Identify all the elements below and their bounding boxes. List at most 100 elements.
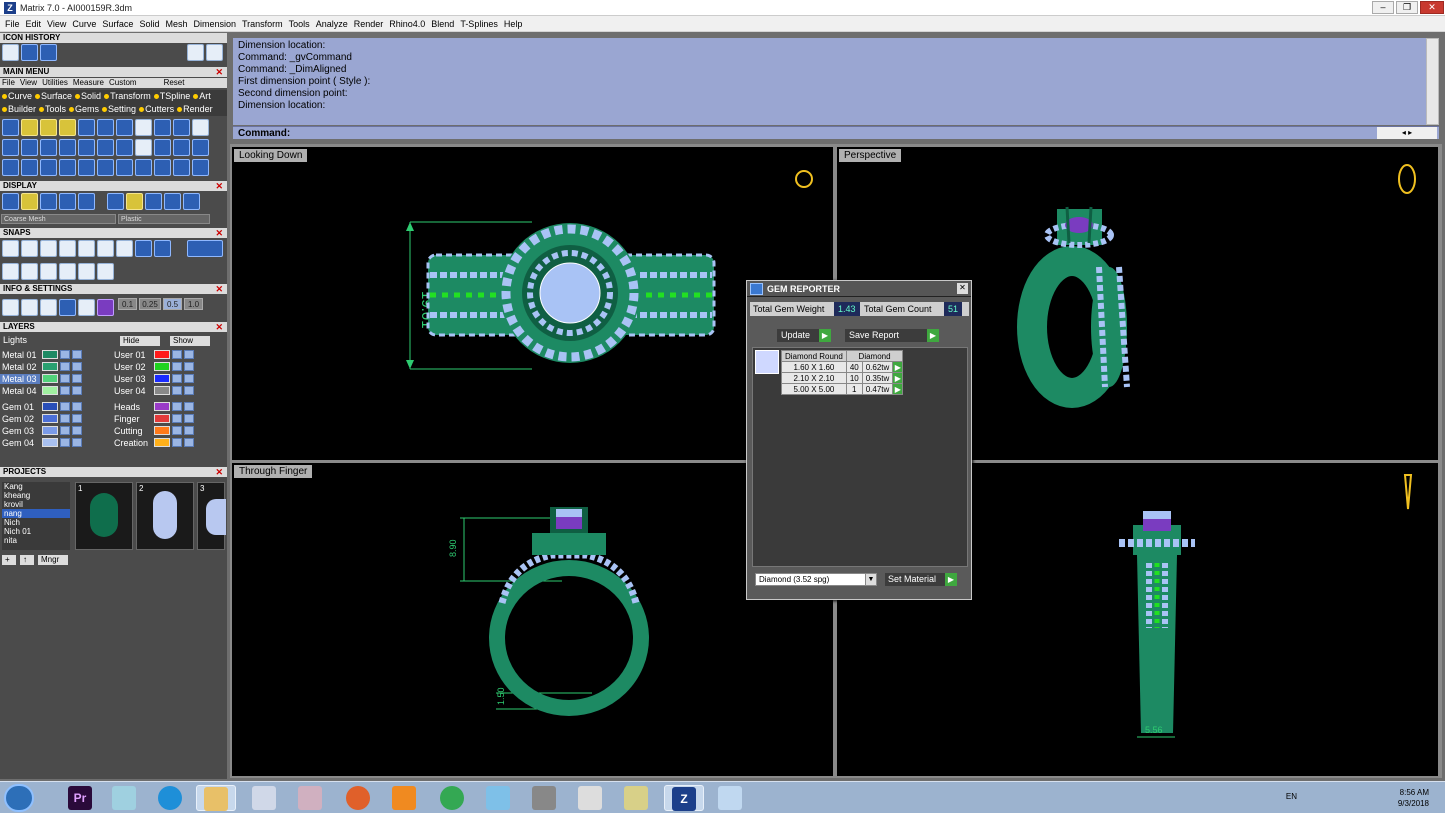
start-button[interactable] — [4, 784, 34, 812]
snap-toggle-icon[interactable] — [187, 240, 223, 257]
tool-icon[interactable] — [2, 159, 19, 176]
hide-button[interactable]: Hide — [120, 336, 160, 346]
taskbar-app[interactable] — [290, 785, 330, 811]
info-icon[interactable] — [78, 299, 95, 316]
layer-color-swatch[interactable] — [154, 386, 170, 395]
layer-color-swatch[interactable] — [154, 362, 170, 371]
menu-dimension[interactable]: Dimension — [190, 19, 239, 29]
cat-builder[interactable]: Builder — [2, 103, 36, 116]
project-item[interactable]: kheang — [2, 491, 70, 500]
layer-color-swatch[interactable] — [154, 374, 170, 383]
tool-icon[interactable] — [154, 119, 171, 136]
tool-icon[interactable] — [116, 159, 133, 176]
layer-color-swatch[interactable] — [42, 426, 58, 435]
table-row[interactable]: 5.00 X 5.00 1 0.47tw ▶ — [781, 383, 904, 395]
tool-icon[interactable] — [2, 119, 19, 136]
layer-row[interactable]: Metal 04 — [0, 385, 82, 396]
layer-name[interactable]: Gem 04 — [0, 438, 40, 448]
history-icon-2[interactable] — [21, 44, 38, 61]
display-icon[interactable] — [21, 193, 38, 210]
layer-lock-icon[interactable] — [60, 438, 70, 447]
project-item[interactable]: kroviI — [2, 500, 70, 509]
snap-icon[interactable] — [78, 240, 95, 257]
shaded-icon[interactable] — [78, 193, 95, 210]
layers-header[interactable]: LAYERS ✕ — [0, 322, 227, 332]
layer-row[interactable]: Cutting — [112, 425, 194, 436]
tool-icon[interactable] — [116, 139, 133, 156]
history-icon-1[interactable] — [2, 44, 19, 61]
tool-icon[interactable] — [2, 139, 19, 156]
cat-cutters[interactable]: Cutters — [139, 103, 174, 116]
taskbar-app[interactable] — [338, 785, 378, 811]
layer-lock-icon[interactable] — [172, 374, 182, 383]
table-row[interactable]: 2.10 X 2.10 10 0.35tw ▶ — [781, 372, 904, 384]
snap-icon[interactable] — [154, 240, 171, 257]
layer-lock-icon[interactable] — [60, 350, 70, 359]
menu-analyze[interactable]: Analyze — [313, 19, 351, 29]
tool-icon[interactable] — [40, 139, 57, 156]
projects-header[interactable]: PROJECTS ✕ — [0, 467, 227, 477]
layer-color-swatch[interactable] — [42, 414, 58, 423]
layer-color-swatch[interactable] — [154, 402, 170, 411]
layer-lock-icon[interactable] — [172, 362, 182, 371]
layer-color-swatch[interactable] — [42, 374, 58, 383]
tool-icon[interactable] — [192, 159, 209, 176]
menu-blend[interactable]: Blend — [428, 19, 457, 29]
tool-icon[interactable] — [40, 119, 57, 136]
layer-visibility-icon[interactable] — [184, 402, 194, 411]
maximize-button[interactable]: ❐ — [1396, 1, 1418, 14]
snap-icon[interactable] — [135, 240, 152, 257]
layer-name[interactable]: Gem 02 — [0, 414, 40, 424]
layer-visibility-icon[interactable] — [184, 438, 194, 447]
project-item[interactable]: Kang — [2, 482, 70, 491]
project-item[interactable]: nang — [2, 509, 70, 518]
tool-icon[interactable] — [59, 119, 76, 136]
wireframe-icon[interactable] — [2, 193, 19, 210]
layer-visibility-icon[interactable] — [184, 362, 194, 371]
material-select[interactable]: Diamond (3.52 spg) ▼ — [755, 573, 877, 586]
taskbar-app[interactable] — [244, 785, 284, 811]
menu-transform[interactable]: Transform — [239, 19, 286, 29]
diamond-round-icon[interactable] — [755, 350, 779, 374]
layer-row[interactable]: Metal 02 — [0, 361, 82, 372]
close-icon[interactable]: ✕ — [215, 181, 223, 191]
layer-row[interactable]: Creation — [112, 437, 194, 448]
tool-icon[interactable] — [135, 119, 152, 136]
layer-lock-icon[interactable] — [172, 402, 182, 411]
menu-rhino[interactable]: Rhino4.0 — [386, 19, 428, 29]
icon-history-header[interactable]: ICON HISTORY — [0, 33, 227, 43]
cat-curve[interactable]: Curve — [2, 90, 32, 103]
snap-icon[interactable] — [21, 263, 38, 280]
menu-curve[interactable]: Curve — [69, 19, 99, 29]
tool-icon[interactable] — [192, 119, 209, 136]
material-dropdown[interactable]: Plastic — [118, 214, 210, 224]
project-thumbnail[interactable]: 3 — [197, 482, 226, 550]
snap-icon[interactable] — [78, 263, 95, 280]
snap-icon[interactable] — [21, 240, 38, 257]
layer-color-swatch[interactable] — [154, 426, 170, 435]
layer-name[interactable]: Gem 01 — [0, 402, 40, 412]
menu-tools[interactable]: Tools — [286, 19, 313, 29]
layer-visibility-icon[interactable] — [72, 362, 82, 371]
layer-row[interactable]: Gem 02 — [0, 413, 82, 424]
close-icon[interactable]: ✕ — [215, 284, 223, 294]
tool-icon[interactable] — [97, 119, 114, 136]
layer-row[interactable]: User 01 — [112, 349, 194, 360]
tool-icon[interactable] — [59, 159, 76, 176]
material-icon[interactable] — [164, 193, 181, 210]
layer-visibility-icon[interactable] — [184, 426, 194, 435]
layer-lock-icon[interactable] — [60, 426, 70, 435]
cat-art[interactable]: Art — [193, 90, 211, 103]
menu-edit[interactable]: Edit — [23, 19, 45, 29]
layer-color-swatch[interactable] — [42, 362, 58, 371]
tool-icon[interactable] — [40, 159, 57, 176]
material-icon[interactable] — [107, 193, 124, 210]
taskbar-app[interactable] — [616, 785, 656, 811]
taskbar-app[interactable] — [104, 785, 144, 811]
history-back-icon[interactable] — [187, 44, 204, 61]
close-icon[interactable]: ✕ — [215, 467, 223, 477]
tool-icon[interactable] — [154, 139, 171, 156]
close-button[interactable]: ✕ — [1420, 1, 1444, 14]
layer-color-swatch[interactable] — [42, 402, 58, 411]
premiere-app[interactable]: Pr — [60, 785, 100, 811]
